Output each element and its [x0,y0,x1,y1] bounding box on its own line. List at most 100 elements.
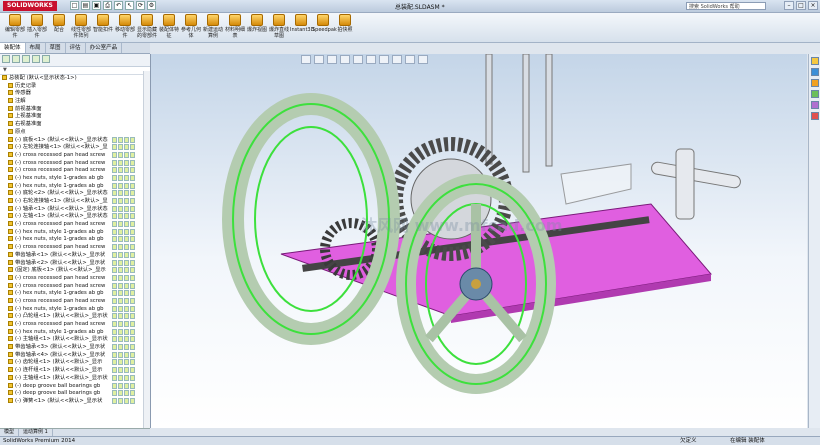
tree-filter[interactable]: ▼ [0,67,150,75]
help-search-input[interactable]: 搜索 SolidWorks 帮助 [686,2,766,10]
tree-item[interactable]: 带齿轴承<3> (默认<<默认>_显示状 [0,344,150,352]
tree-item[interactable]: (-) 连杆组<1> (默认<<默认>_显示 [0,367,150,375]
hide-show-icon[interactable] [379,55,389,64]
component-icon [8,198,13,203]
component-state-icon [112,205,117,212]
custom-properties-icon[interactable] [811,112,819,120]
view-palette-icon[interactable] [811,90,819,98]
tree-item[interactable]: (-) 左轴<1> (默认<<默认>_显示状态 [0,213,150,221]
tree-item[interactable]: (-) cross recessed pan head screw [0,151,150,160]
apply-scene-icon[interactable] [405,55,415,64]
tree-item[interactable]: (-) hex nuts, style 1-grades ab gb [0,174,150,183]
ribbon-button[interactable]: Speedpak [312,14,337,41]
select-icon[interactable]: ↖ [125,1,134,10]
ribbon-button[interactable]: 参考几何体 [180,14,202,41]
tree-item[interactable]: (-) cross recessed pan head screw [0,221,150,229]
rebuild-icon[interactable]: ⟳ [136,1,145,10]
tree-item[interactable]: (-) cross recessed pan head screw [0,282,150,291]
component-state-icon [124,267,129,274]
tree-root[interactable]: 总装配 (默认<显示状态-1>) [0,75,150,83]
component-icon [8,359,13,365]
ribbon-button[interactable]: 爆炸视图 [246,14,268,41]
ribbon-button[interactable]: 拍快照 [334,14,356,41]
ribbon-button[interactable]: 编辑零部件 [4,14,26,41]
tree-item[interactable]: (-) cross recessed pan head screw [0,159,150,168]
featuremanager-icon[interactable] [2,55,10,63]
undo-icon[interactable]: ↶ [114,1,123,10]
previous-view-icon[interactable] [327,55,337,64]
tree-item[interactable]: 带齿轴承<1> (默认<<默认>_显示状 [0,251,150,260]
ribbon-button[interactable]: 材料明细表 [224,14,246,41]
command-tab[interactable]: 办公室产品 [86,43,123,53]
configurationmanager-icon[interactable] [22,55,30,63]
tree-folder[interactable]: 上视基准面 [0,113,150,121]
options-icon[interactable]: ⚙ [147,1,156,10]
tree-item[interactable]: (-) hex nuts, style 1-grades ab gb [0,228,150,237]
ribbon-button[interactable]: 移动零部件 [114,14,136,41]
save-icon[interactable]: ▣ [92,1,101,10]
tree-item[interactable]: (-) 主轴组<1> (默认<<默认>_显示状 [0,374,150,383]
tree-item[interactable]: (-) 弹簧<1> (默认<<默认>_显示状 [0,397,150,406]
close-icon[interactable]: × [808,1,818,10]
file-explorer-icon[interactable] [811,79,819,87]
ribbon-button[interactable]: 插入零部件 [26,14,48,41]
command-tab[interactable]: 草图 [46,43,66,53]
tree-item[interactable]: (-) hex nuts, style 1-grades ab gb [0,236,150,244]
display-style-icon[interactable] [366,55,376,64]
tree-item[interactable]: (-) 凸轮组<1> (默认<<默认>_显示状 [0,313,150,321]
tree-item[interactable]: (-) deep groove ball bearings gb [0,382,150,391]
tree-item[interactable]: (-) cross recessed pan head screw [0,321,150,329]
ribbon-button[interactable]: 装配体特征 [158,14,180,41]
tree-item[interactable]: (-) 底轮<2> (默认<<默认>_显示状态 [0,190,150,198]
tree-folder[interactable]: 注解 [0,98,150,106]
tree-item[interactable]: (-) cross recessed pan head screw [0,244,150,252]
propertymanager-icon[interactable] [12,55,20,63]
tree-item[interactable]: (固定) 底板<1> (默认<<默认>_显示 [0,267,150,275]
new-icon[interactable]: □ [70,1,79,10]
maximize-icon[interactable]: □ [796,1,806,10]
tree-item[interactable]: (-) cross recessed pan head screw [0,274,150,283]
tree-folder[interactable]: 右视基准面 [0,121,150,129]
command-tab[interactable]: 布局 [26,43,46,53]
tree-item[interactable]: (-) 左轮连接轴<1> (默认<<默认>_显 [0,144,150,152]
tree-item[interactable]: (-) 右轮连接轴<1> (默认<<默认>_显 [0,198,150,206]
bottom-tab[interactable]: 模型 [0,429,20,436]
command-tab[interactable]: 装配体 [0,43,26,53]
edit-appearance-icon[interactable] [392,55,402,64]
print-icon[interactable]: ⎙ [103,1,112,10]
tree-scrollbar[interactable] [143,71,150,428]
tree-item[interactable]: (-) cross recessed pan head screw [0,297,150,306]
ribbon-button[interactable]: 爆炸直线草图 [268,14,290,41]
view-settings-icon[interactable] [418,55,428,64]
design-library-icon[interactable] [811,68,819,76]
appearances-icon[interactable] [811,101,819,109]
tree-item[interactable]: (-) hex nuts, style 1-grades ab gb [0,290,150,298]
dimxpert-icon[interactable] [32,55,40,63]
ribbon-button[interactable]: 线性零部件阵列 [70,14,92,41]
graphics-area[interactable]: 沐风网 www.mfcad.com [151,54,807,428]
ribbon-button[interactable]: Instant3D [290,14,314,41]
tree-folder[interactable]: 传感器 [0,90,150,98]
tree-item[interactable]: (-) cross recessed pan head screw [0,167,150,175]
tree-item[interactable]: (-) deep groove ball bearings gb [0,390,150,398]
ribbon-button[interactable]: 新建运动算例 [202,14,224,41]
tree-item[interactable]: (-) 主轴组<1> (默认<<默认>_显示状 [0,336,150,344]
zoom-fit-icon[interactable] [301,55,311,64]
bottom-tab[interactable]: 运动算例 1 [19,429,53,436]
minimize-icon[interactable]: – [784,1,794,10]
open-icon[interactable]: ▤ [81,1,90,10]
ribbon-button[interactable]: 智能扣件 [92,14,114,41]
display-manager-icon[interactable] [42,55,50,63]
ribbon-button[interactable]: 配合 [48,14,70,41]
command-tab[interactable]: 评估 [66,43,86,53]
home-icon[interactable] [811,57,819,65]
zoom-area-icon[interactable] [314,55,324,64]
ribbon-button[interactable]: 显示隐藏的零部件 [136,14,158,41]
tree-folder[interactable]: 原点 [0,128,150,137]
component-state-icon [124,259,129,266]
component-state-icon [112,351,117,358]
ribbon-command-icon [97,14,109,26]
tree-item[interactable]: (-) 齿轮组<1> (默认<<默认>_显示 [0,359,150,367]
section-view-icon[interactable] [340,55,350,64]
view-orientation-icon[interactable] [353,55,363,64]
